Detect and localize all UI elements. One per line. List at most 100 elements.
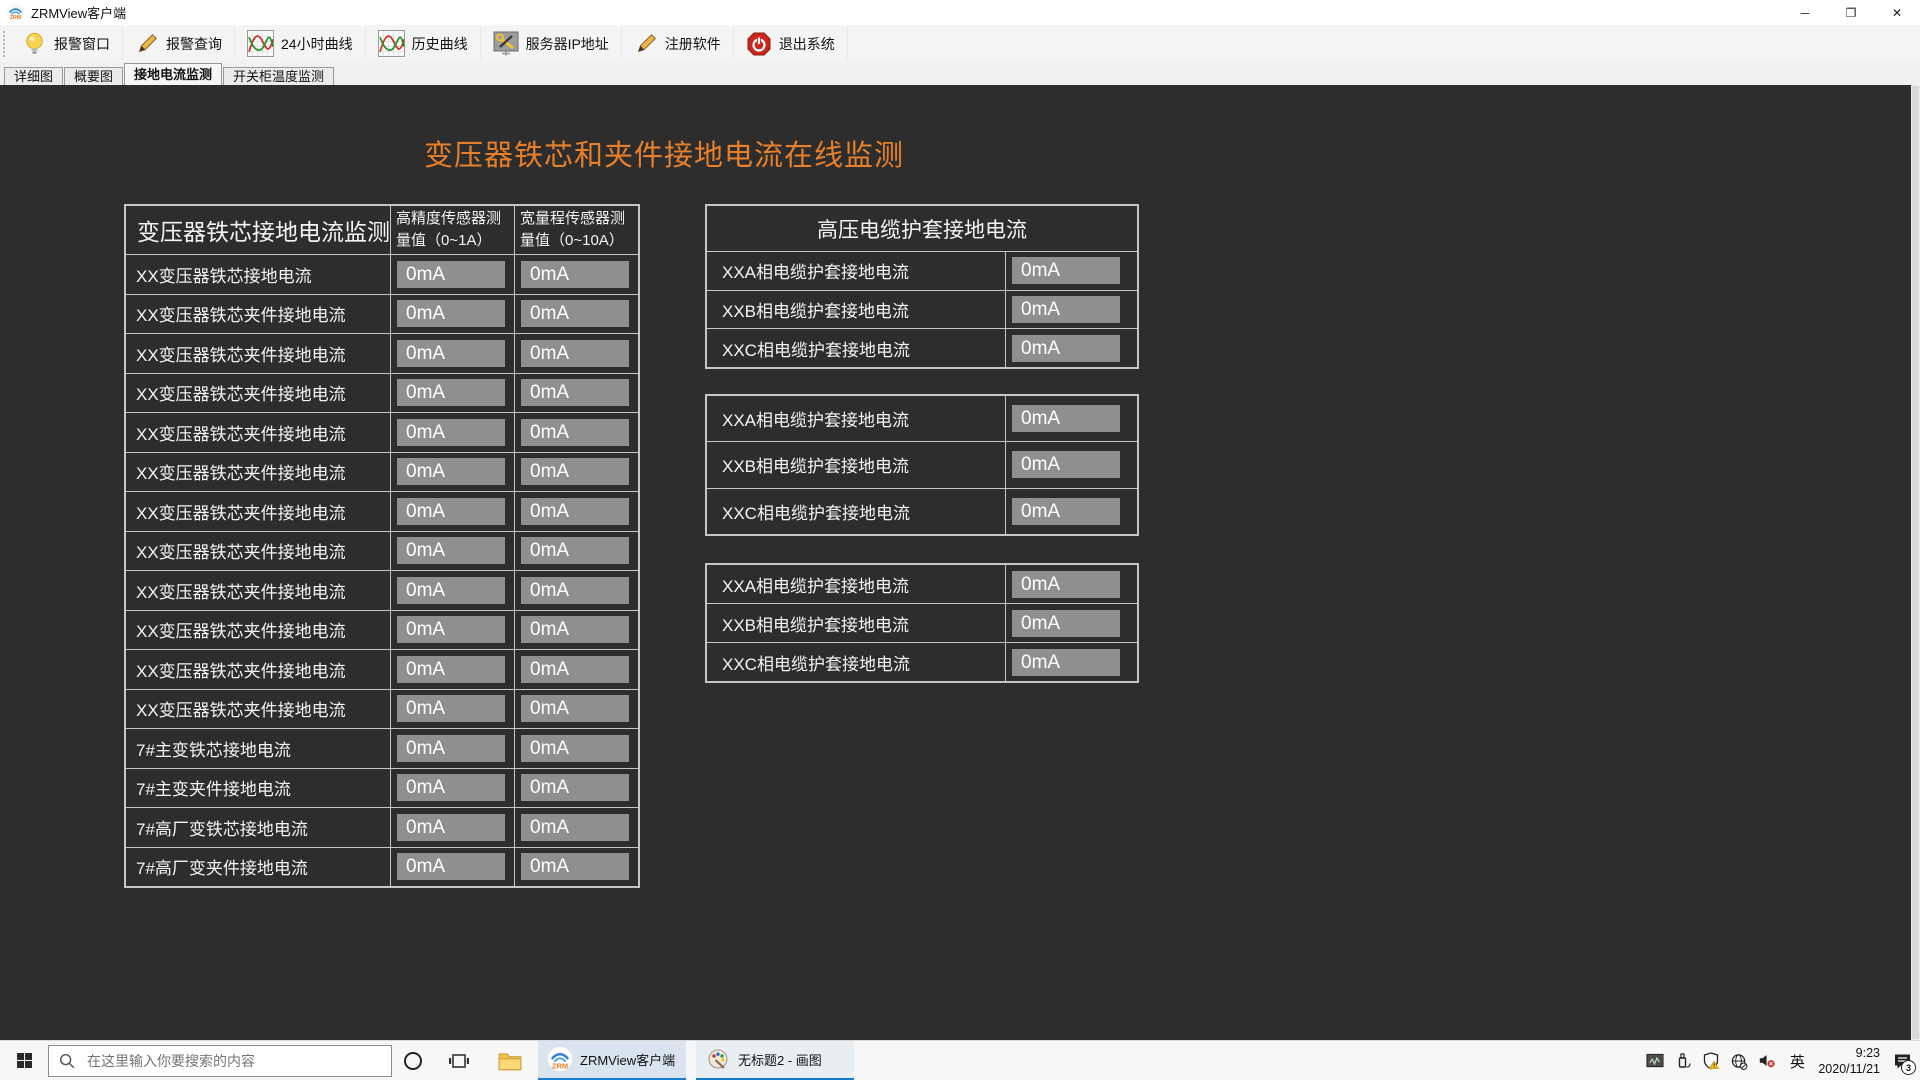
restore-button[interactable]: ❐ bbox=[1828, 0, 1874, 25]
table-row: XX变压器铁芯夹件接地电流 0mA 0mA bbox=[126, 610, 638, 650]
high-precision-value: 0mA bbox=[397, 537, 505, 564]
row-label: XXA相电缆护套接地电流 bbox=[707, 565, 1006, 603]
wide-range-value: 0mA bbox=[521, 577, 629, 604]
app-logo-icon: ZRM bbox=[548, 1047, 572, 1071]
left-table-col2-header: 宽量程传感器测量值（0~10A） bbox=[515, 206, 638, 254]
ime-language-indicator[interactable]: 英 bbox=[1786, 1041, 1808, 1080]
window-title: ZRMView客户端 bbox=[31, 3, 126, 22]
wide-range-value: 0mA bbox=[521, 695, 629, 722]
table-row: XXC相电缆护套接地电流 0mA bbox=[707, 488, 1137, 534]
history-curve-button[interactable]: 历史曲线 bbox=[366, 27, 481, 60]
volume-muted-icon[interactable] bbox=[1758, 1041, 1776, 1080]
row-label: XXC相电缆护套接地电流 bbox=[707, 643, 1006, 681]
table-row: 7#主变夹件接地电流 0mA 0mA bbox=[126, 768, 638, 808]
high-precision-value: 0mA bbox=[397, 774, 505, 801]
row-label: XX变压器铁芯夹件接地电流 bbox=[126, 374, 391, 413]
vertical-scrollbar[interactable] bbox=[1911, 85, 1920, 1040]
register-software-button[interactable]: 注册软件 bbox=[622, 27, 734, 60]
right-table-title: 高压电缆护套接地电流 bbox=[707, 206, 1137, 252]
high-precision-value: 0mA bbox=[397, 853, 505, 880]
clock-date: 2020/11/21 bbox=[1818, 1061, 1880, 1077]
left-table-title: 变压器铁芯接地电流监测 bbox=[126, 206, 391, 254]
table-row: XX变压器铁芯夹件接地电流 0mA 0mA bbox=[126, 452, 638, 492]
row-label: XXC相电缆护套接地电流 bbox=[707, 489, 1006, 534]
row-label: XXA相电缆护套接地电流 bbox=[707, 252, 1006, 290]
sheath-current-value: 0mA bbox=[1012, 610, 1120, 637]
day-curve-button[interactable]: 24小时曲线 bbox=[235, 27, 366, 60]
row-label: XXB相电缆护套接地电流 bbox=[707, 604, 1006, 642]
curve-chart-icon bbox=[378, 30, 405, 57]
security-shield-icon[interactable] bbox=[1702, 1041, 1720, 1080]
taskbar-app-zrmview[interactable]: ZRM ZRMView客户端 bbox=[538, 1041, 686, 1080]
table-row: XXA相电缆护套接地电流 0mA bbox=[707, 565, 1137, 603]
network-globe-icon[interactable] bbox=[1730, 1041, 1748, 1080]
tab-detail-view[interactable]: 详细图 bbox=[4, 67, 63, 85]
tab-overview[interactable]: 概要图 bbox=[64, 67, 123, 85]
table-row: XX变压器铁芯夹件接地电流 0mA 0mA bbox=[126, 412, 638, 452]
search-input[interactable] bbox=[48, 1045, 392, 1077]
alarm-query-button[interactable]: 报警查询 bbox=[123, 27, 235, 60]
row-label: 7#主变铁芯接地电流 bbox=[126, 729, 391, 768]
scrollbar-thumb[interactable] bbox=[1912, 86, 1919, 1039]
sheath-current-value: 0mA bbox=[1012, 451, 1120, 478]
table-row: XXB相电缆护套接地电流 0mA bbox=[707, 603, 1137, 642]
wide-range-value: 0mA bbox=[521, 379, 629, 406]
usb-device-icon[interactable] bbox=[1674, 1041, 1692, 1080]
high-precision-value: 0mA bbox=[397, 419, 505, 446]
table-row: XX变压器铁芯夹件接地电流 0mA 0mA bbox=[126, 333, 638, 373]
sheath-current-value: 0mA bbox=[1012, 335, 1120, 362]
cortana-icon bbox=[402, 1050, 424, 1072]
row-label: 7#高厂变夹件接地电流 bbox=[126, 848, 391, 887]
exit-system-button[interactable]: 退出系统 bbox=[734, 27, 848, 60]
close-button[interactable]: ✕ bbox=[1874, 0, 1920, 25]
windows-taskbar: ZRM ZRMView客户端 无标题2 - 画图 bbox=[0, 1040, 1920, 1080]
tab-ground-current-monitor[interactable]: 接地电流监测 bbox=[124, 63, 222, 85]
server-ip-button[interactable]: 服务器IP地址 bbox=[481, 27, 622, 60]
taskbar-clock[interactable]: 9:23 2020/11/21 bbox=[1818, 1045, 1880, 1078]
table-row: XXA相电缆护套接地电流 0mA bbox=[707, 396, 1137, 441]
task-view-button[interactable] bbox=[441, 1041, 477, 1080]
hv-cable-sheath-table-3: XXA相电缆护套接地电流 0mA XXB相电缆护套接地电流 0mA XXC相电缆… bbox=[705, 563, 1139, 683]
high-precision-value: 0mA bbox=[397, 340, 505, 367]
row-label: XX变压器铁芯夹件接地电流 bbox=[126, 532, 391, 571]
table-row: 7#主变铁芯接地电流 0mA 0mA bbox=[126, 728, 638, 768]
wide-range-value: 0mA bbox=[521, 735, 629, 762]
left-table-col1-header: 高精度传感器测量值（0~1A） bbox=[391, 206, 515, 254]
alarm-window-button[interactable]: 报警窗口 bbox=[10, 27, 123, 60]
resource-monitor-icon[interactable] bbox=[1646, 1041, 1664, 1080]
system-tray: 英 9:23 2020/11/21 3 bbox=[1646, 1041, 1914, 1080]
table-row: XX变压器铁芯夹件接地电流 0mA 0mA bbox=[126, 570, 638, 610]
row-label: XXA相电缆护套接地电流 bbox=[707, 396, 1006, 441]
pencil-icon bbox=[634, 32, 658, 56]
toolbar-gripper[interactable] bbox=[3, 31, 10, 57]
paint-icon bbox=[706, 1047, 730, 1071]
row-label: XX变压器铁芯夹件接地电流 bbox=[126, 334, 391, 373]
cortana-button[interactable] bbox=[395, 1041, 431, 1080]
start-button[interactable] bbox=[0, 1041, 48, 1080]
table-row: XXA相电缆护套接地电流 0mA bbox=[707, 252, 1137, 290]
tab-cabinet-temperature-monitor[interactable]: 开关柜温度监测 bbox=[223, 67, 334, 85]
sheath-current-value: 0mA bbox=[1012, 571, 1120, 598]
table-row: XXB相电缆护套接地电流 0mA bbox=[707, 290, 1137, 329]
taskbar-app-paint[interactable]: 无标题2 - 画图 bbox=[696, 1041, 854, 1080]
file-explorer-button[interactable] bbox=[492, 1041, 528, 1080]
action-center-button[interactable]: 3 bbox=[1890, 1041, 1914, 1080]
wide-range-value: 0mA bbox=[521, 774, 629, 801]
hv-cable-sheath-table-2: XXA相电缆护套接地电流 0mA XXB相电缆护套接地电流 0mA XXC相电缆… bbox=[705, 394, 1139, 536]
table-row: XX变压器铁芯夹件接地电流 0mA 0mA bbox=[126, 294, 638, 334]
table-row: XX变压器铁芯夹件接地电流 0mA 0mA bbox=[126, 649, 638, 689]
task-view-icon bbox=[448, 1050, 470, 1072]
table-row: XXC相电缆护套接地电流 0mA bbox=[707, 642, 1137, 681]
pencil-icon bbox=[135, 32, 159, 56]
row-label: XX变压器铁芯接地电流 bbox=[126, 255, 391, 294]
minimize-button[interactable]: ─ bbox=[1782, 0, 1828, 25]
table-row: XXB相电缆护套接地电流 0mA bbox=[707, 441, 1137, 487]
tools-icon bbox=[493, 31, 519, 57]
high-precision-value: 0mA bbox=[397, 656, 505, 683]
lightbulb-icon bbox=[22, 31, 47, 56]
high-precision-value: 0mA bbox=[397, 498, 505, 525]
svg-text:ZRM: ZRM bbox=[10, 15, 22, 21]
high-precision-value: 0mA bbox=[397, 735, 505, 762]
table-row: XXC相电缆护套接地电流 0mA bbox=[707, 328, 1137, 367]
sheath-current-value: 0mA bbox=[1012, 257, 1120, 284]
